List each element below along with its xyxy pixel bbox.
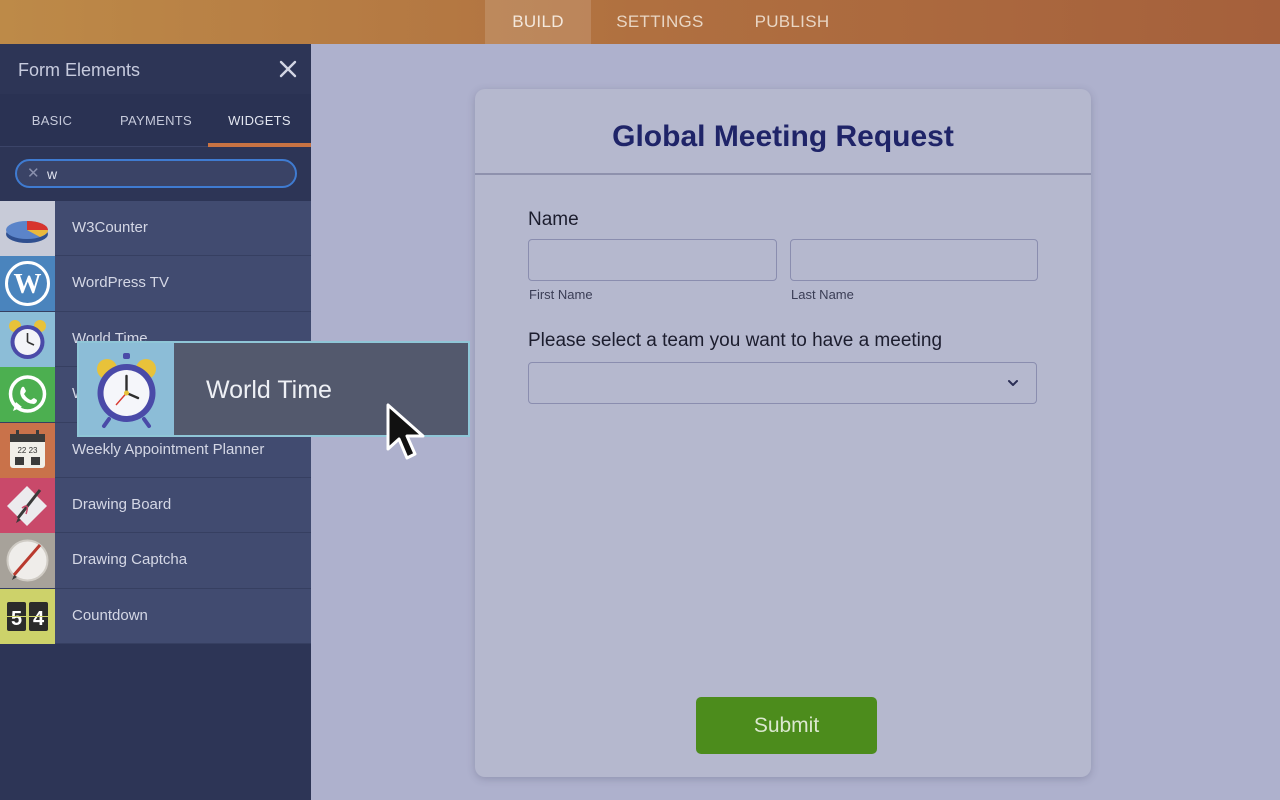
svg-text:22 23: 22 23 <box>17 446 38 455</box>
last-name-input[interactable] <box>790 239 1038 281</box>
team-select-label: Please select a team you want to have a … <box>528 330 943 351</box>
tab-widgets[interactable]: WIDGETS <box>208 94 311 147</box>
wordpress-icon: W <box>0 256 55 312</box>
item-label: WordPress TV <box>72 274 169 292</box>
list-item-drawing-captcha[interactable]: Drawing Captcha <box>0 533 311 589</box>
first-name-input[interactable] <box>528 239 777 281</box>
widget-search-box[interactable]: ✕ <box>15 159 297 188</box>
item-label: Drawing Board <box>72 495 172 513</box>
svg-text:4: 4 <box>33 608 45 630</box>
panel-title: Form Elements <box>18 60 141 80</box>
list-item-wordpress-tv[interactable]: W WordPress TV <box>0 256 311 312</box>
form-title[interactable]: Global Meeting Request <box>475 120 1091 154</box>
tab-payments[interactable]: PAYMENTS <box>104 94 208 147</box>
tab-settings[interactable]: SETTINGS <box>605 0 715 44</box>
chevron-down-icon <box>1008 380 1018 386</box>
alarm-clock-icon <box>0 311 55 367</box>
tab-publish[interactable]: PUBLISH <box>742 0 842 44</box>
item-label: W3Counter <box>72 219 148 236</box>
mouse-cursor-icon <box>386 403 425 460</box>
item-label: Drawing Captcha <box>72 551 188 569</box>
svg-text:5: 5 <box>11 608 22 630</box>
whatsapp-icon <box>0 367 55 423</box>
alarm-clock-icon <box>79 343 174 435</box>
compass-icon <box>0 533 55 589</box>
list-item-countdown[interactable]: 5 4 Countdown <box>0 588 311 645</box>
element-category-tabs: BASIC PAYMENTS WIDGETS <box>0 94 311 147</box>
team-select[interactable] <box>528 362 1037 404</box>
svg-text:W: W <box>14 269 42 300</box>
name-label: Name <box>528 209 579 230</box>
submit-button[interactable]: Submit <box>696 697 877 754</box>
tab-build[interactable]: BUILD <box>485 0 591 44</box>
pie-chart-icon <box>0 201 55 256</box>
tab-basic[interactable]: BASIC <box>0 94 104 147</box>
list-item-w3counter[interactable]: W3Counter <box>0 201 311 257</box>
widget-search-input[interactable] <box>47 164 287 183</box>
top-navigation-bar: BUILD SETTINGS PUBLISH <box>0 0 1280 44</box>
last-name-sublabel: Last Name <box>791 287 854 302</box>
close-icon[interactable] <box>274 55 302 83</box>
pen-icon <box>0 477 55 533</box>
calendar-icon: 22 23 <box>0 422 55 478</box>
list-item-drawing-board[interactable]: Drawing Board <box>0 477 311 534</box>
item-label: Weekly Appointment Planner <box>72 440 265 458</box>
first-name-sublabel: First Name <box>529 287 593 302</box>
form-card: Global Meeting Request Name First Name L… <box>475 89 1091 777</box>
countdown-icon: 5 4 <box>0 588 55 644</box>
title-divider <box>475 173 1091 175</box>
dragged-widget-label: World Time <box>206 376 332 404</box>
item-label: Countdown <box>72 606 148 624</box>
clear-icon[interactable]: ✕ <box>27 165 40 182</box>
